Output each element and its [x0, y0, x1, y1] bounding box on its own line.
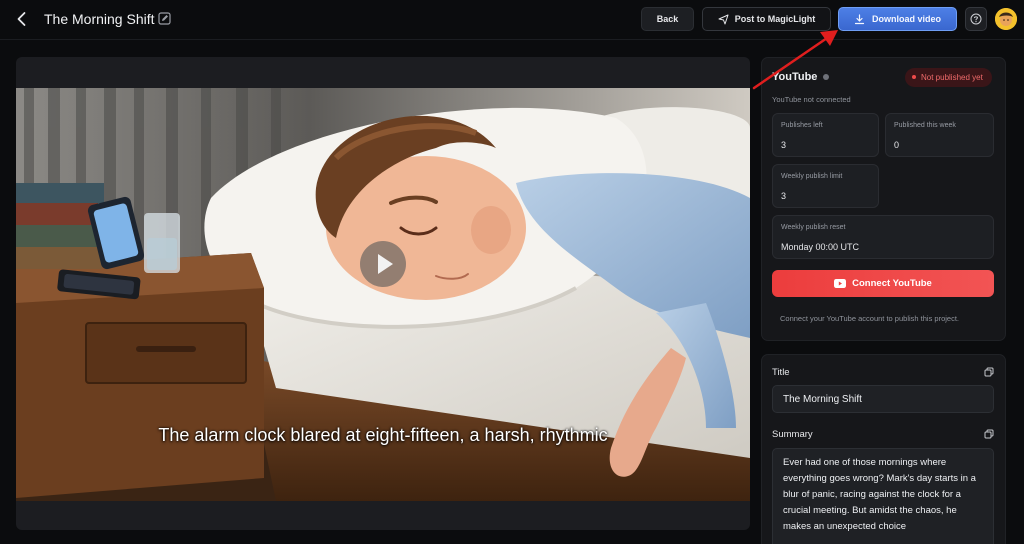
- page-title: The Morning Shift: [44, 11, 155, 27]
- stat-label: Weekly publish limit: [781, 173, 843, 180]
- stat-label: Weekly publish reset: [781, 224, 846, 231]
- details-panel: Title Summary Ever had one of those morn…: [761, 354, 1006, 544]
- youtube-icon: [834, 279, 847, 288]
- info-icon[interactable]: [823, 74, 829, 80]
- help-button[interactable]: [965, 7, 987, 31]
- send-icon: [718, 14, 729, 24]
- chevron-left-icon[interactable]: [13, 10, 31, 28]
- back-button[interactable]: Back: [641, 7, 694, 31]
- edit-icon[interactable]: [158, 12, 171, 25]
- stat-weekly-publish-reset: Weekly publish reset Monday 00:00 UTC: [772, 215, 994, 259]
- connect-youtube-button[interactable]: Connect YouTube: [772, 270, 994, 297]
- connect-youtube-label: Connect YouTube: [852, 278, 932, 289]
- copy-icon[interactable]: [984, 367, 994, 377]
- summary-label: Summary: [772, 429, 813, 440]
- stat-value: 3: [781, 140, 787, 150]
- avatar[interactable]: [995, 8, 1017, 30]
- user-avatar-icon: [995, 8, 1017, 30]
- stat-publishes-left: Publishes left 3: [772, 113, 879, 157]
- stat-weekly-publish-limit: Weekly publish limit 3: [772, 164, 879, 208]
- connect-note: Connect your YouTube account to publish …: [780, 314, 960, 323]
- download-button-label: Download video: [871, 14, 941, 24]
- download-video-button[interactable]: Download video: [838, 7, 957, 31]
- play-button[interactable]: [360, 241, 406, 287]
- title-input[interactable]: [772, 385, 994, 413]
- question-mark-icon: [970, 13, 982, 25]
- youtube-panel: YouTube Not published yet YouTube not co…: [761, 57, 1006, 341]
- video-player[interactable]: The alarm clock blared at eight-fifteen,…: [16, 57, 750, 530]
- play-icon: [378, 254, 393, 274]
- stat-value: Monday 00:00 UTC: [781, 242, 860, 252]
- top-bar: The Morning Shift Back Post to MagicLigh…: [0, 0, 1024, 40]
- stat-published-this-week: Published this week 0: [885, 113, 994, 157]
- youtube-panel-title: YouTube: [772, 71, 818, 83]
- video-caption: The alarm clock blared at eight-fifteen,…: [158, 425, 608, 445]
- post-to-magiclight-button[interactable]: Post to MagicLight: [702, 7, 831, 31]
- back-button-label: Back: [656, 14, 679, 24]
- copy-icon[interactable]: [984, 429, 994, 439]
- download-icon: [854, 13, 865, 24]
- stat-label: Published this week: [894, 122, 956, 129]
- title-label: Title: [772, 367, 790, 378]
- summary-textarea[interactable]: Ever had one of those mornings where eve…: [772, 448, 994, 544]
- connection-status: YouTube not connected: [772, 95, 851, 104]
- status-badge: Not published yet: [905, 68, 992, 87]
- stat-value: 0: [894, 140, 900, 150]
- stat-value: 3: [781, 191, 787, 201]
- post-button-label: Post to MagicLight: [734, 14, 816, 24]
- stat-label: Publishes left: [781, 122, 823, 129]
